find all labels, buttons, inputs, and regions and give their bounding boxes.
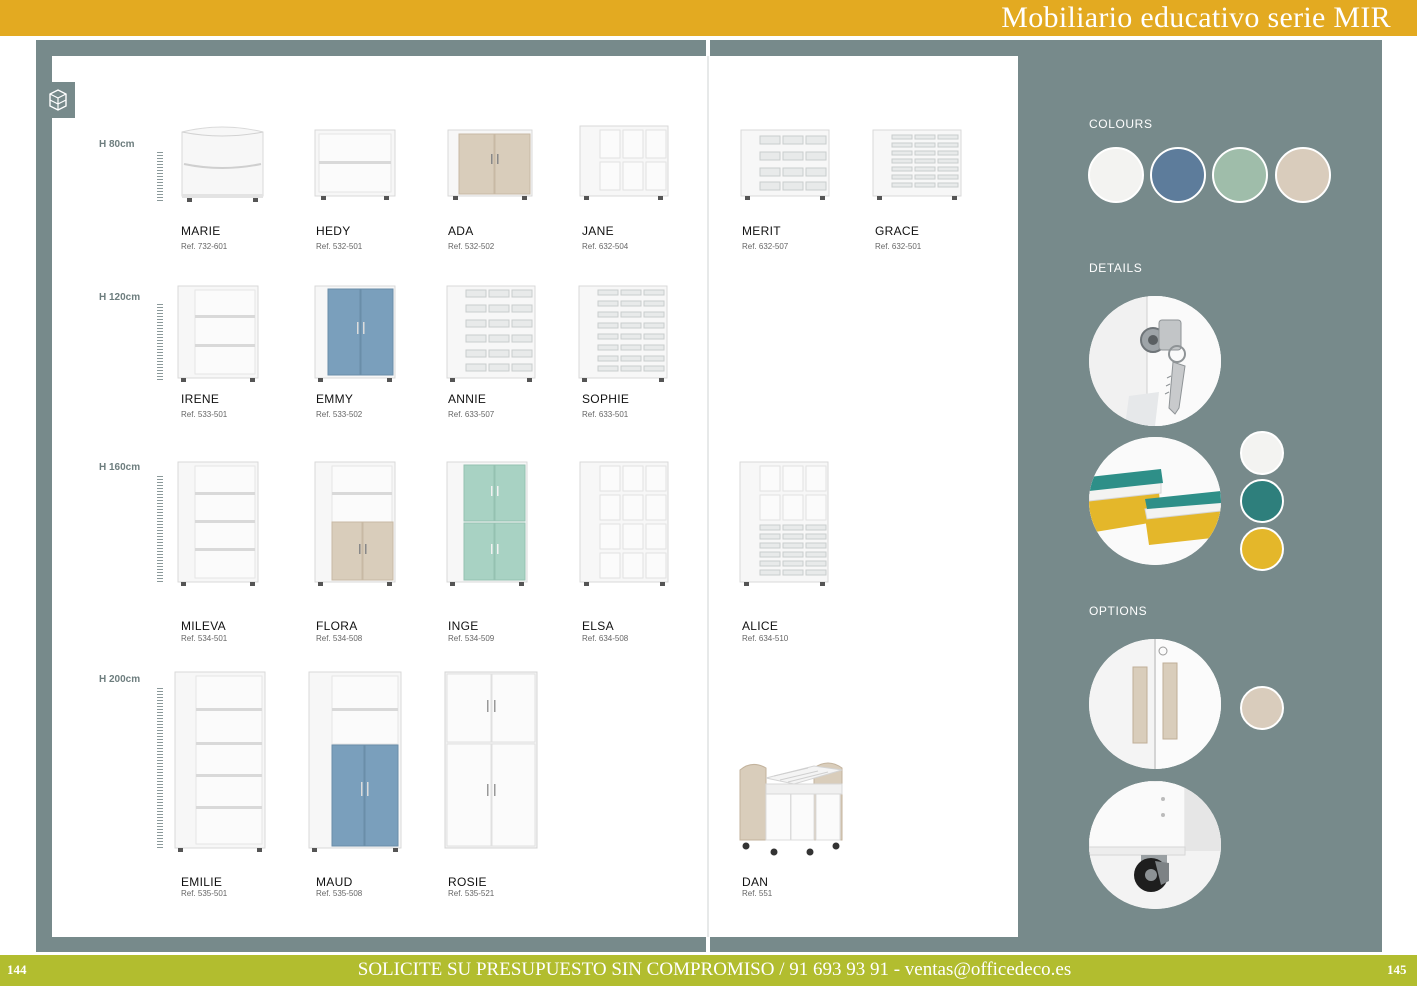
product-ref-annie: Ref. 633-507 (448, 410, 495, 419)
page-number-right: 145 (1387, 962, 1407, 977)
product-ref-grace: Ref. 632-501 (875, 242, 922, 251)
product-name-hedy: HEDY (316, 224, 351, 238)
merit-tray-unit-image (740, 129, 830, 200)
mileva-bookcase-image (177, 461, 259, 586)
product-name-jane: JANE (582, 224, 614, 238)
irene-bookcase-image (177, 285, 259, 382)
header-divider (0, 36, 1417, 39)
colours-heading: COLOURS (1089, 117, 1153, 131)
product-ref-maud: Ref. 535-508 (316, 889, 363, 898)
hedy-shelf-image (314, 129, 396, 200)
tray-swatch-teal (1240, 479, 1284, 523)
product-name-dan: DAN (742, 875, 769, 889)
height-ruler-200 (157, 688, 163, 850)
handle-swatch-oak (1240, 686, 1284, 730)
product-ref-ada: Ref. 532-502 (448, 242, 495, 251)
product-name-grace: GRACE (875, 224, 920, 238)
height-label-160: H 160cm (99, 462, 141, 473)
product-ref-marie: Ref. 732-601 (181, 242, 228, 251)
product-name-ada: ADA (448, 224, 474, 238)
emmy-cabinet-image (314, 285, 396, 382)
ada-cabinet-image (447, 129, 533, 200)
product-ref-emmy: Ref. 533-502 (316, 410, 363, 419)
product-name-flora: FLORA (316, 619, 358, 633)
emilie-bookcase-image (174, 671, 266, 852)
lock-detail-image (1089, 296, 1221, 426)
height-label-120: H 120cm (99, 292, 141, 303)
tray-swatch-white (1240, 431, 1284, 475)
colour-swatch-mint (1212, 147, 1268, 203)
handle-option-image (1089, 639, 1221, 769)
product-name-merit: MERIT (742, 224, 781, 238)
product-ref-irene: Ref. 533-501 (181, 410, 228, 419)
marie-shelf-image (181, 126, 264, 202)
product-ref-hedy: Ref. 532-501 (316, 242, 363, 251)
product-name-annie: ANNIE (448, 392, 487, 406)
product-name-maud: MAUD (316, 875, 353, 889)
product-name-emilie: EMILIE (181, 875, 223, 889)
colour-swatch-white (1088, 147, 1144, 203)
cabinet-category-icon (41, 82, 75, 118)
product-name-irene: IRENE (181, 392, 220, 406)
castor-option-image (1089, 781, 1221, 909)
maud-bookcase-image (308, 671, 402, 852)
product-name-inge: INGE (448, 619, 479, 633)
details-heading: DETAILS (1089, 261, 1143, 275)
elsa-cubby-image (579, 461, 669, 586)
page-number-left: 144 (7, 962, 27, 977)
height-ruler-80 (157, 152, 163, 202)
product-ref-jane: Ref. 632-504 (582, 242, 629, 251)
product-ref-mileva: Ref. 534-501 (181, 634, 228, 643)
spread-fold-shadow (707, 56, 709, 937)
product-ref-sophie: Ref. 633-501 (582, 410, 629, 419)
options-heading: OPTIONS (1089, 604, 1148, 618)
product-ref-rosie: Ref. 535-521 (448, 889, 495, 898)
rosie-cabinet-image (444, 671, 538, 849)
colour-swatch-oak (1275, 147, 1331, 203)
product-ref-merit: Ref. 632-507 (742, 242, 789, 251)
product-name-emmy: EMMY (316, 392, 354, 406)
product-ref-emilie: Ref. 535-501 (181, 889, 228, 898)
jane-cubby-image (579, 125, 669, 200)
tray-swatch-yellow (1240, 527, 1284, 571)
product-ref-elsa: Ref. 634-508 (582, 634, 629, 643)
page-title: Mobiliario educativo serie MIR (1001, 1, 1391, 34)
annie-tray-unit-image (446, 285, 536, 382)
product-name-sophie: SOPHIE (582, 392, 630, 406)
product-ref-alice: Ref. 634-510 (742, 634, 789, 643)
footer-contact-text: SOLICITE SU PRESUPUESTO SIN COMPROMISO /… (357, 959, 1072, 980)
grace-tray-unit-image (872, 129, 962, 200)
alice-cubby-tray-image (739, 461, 829, 586)
flora-bookcase-image (314, 461, 396, 586)
height-label-80: H 80cm (99, 139, 135, 150)
product-name-marie: MARIE (181, 224, 221, 238)
height-ruler-120 (157, 304, 163, 380)
colour-swatch-blue (1150, 147, 1206, 203)
height-ruler-160 (157, 476, 163, 584)
product-ref-flora: Ref. 534-508 (316, 634, 363, 643)
product-ref-dan: Ref. 551 (742, 889, 773, 898)
inge-cabinet-image (446, 461, 528, 586)
sophie-tray-unit-image (578, 285, 668, 382)
product-ref-inge: Ref. 534-509 (448, 634, 495, 643)
product-name-rosie: ROSIE (448, 875, 487, 889)
dan-trolley-image (739, 762, 843, 856)
height-label-200: H 200cm (99, 674, 141, 685)
product-name-alice: ALICE (742, 619, 779, 633)
tray-detail-image (1089, 437, 1221, 565)
product-name-mileva: MILEVA (181, 619, 226, 633)
product-name-elsa: ELSA (582, 619, 614, 633)
